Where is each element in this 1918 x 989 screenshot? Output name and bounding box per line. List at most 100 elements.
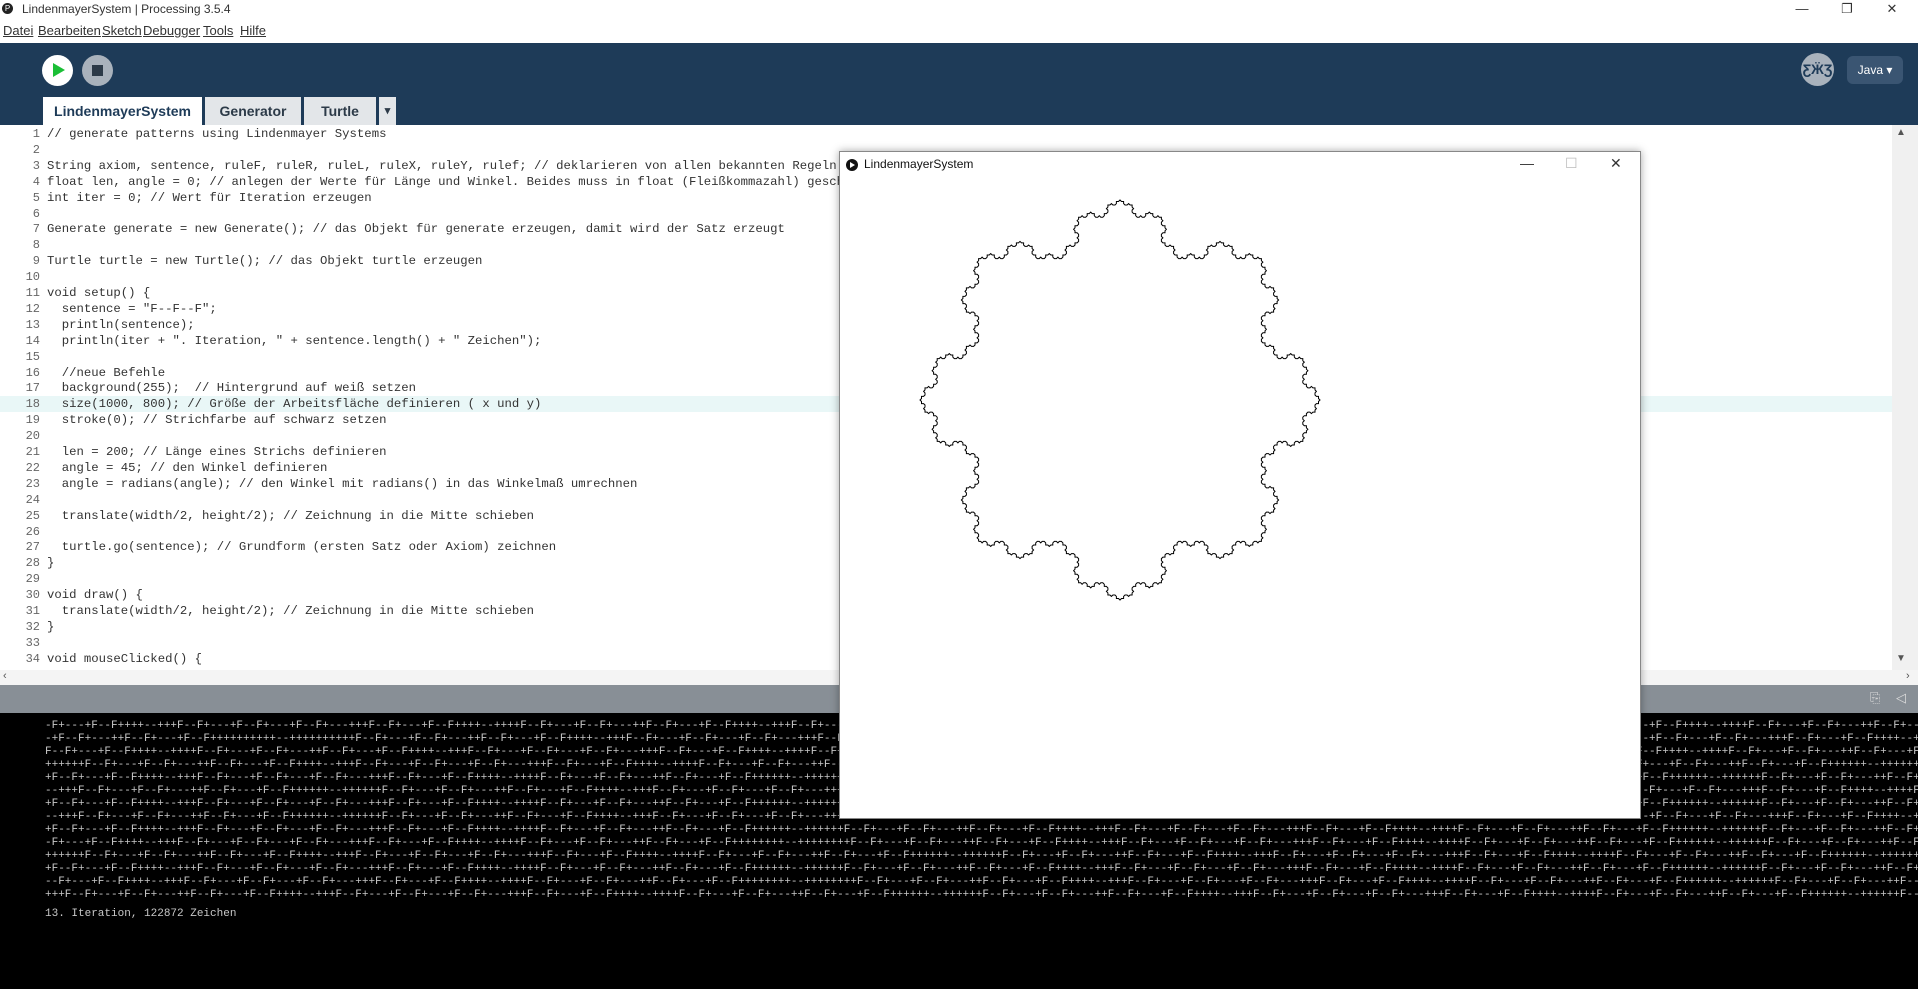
code-line[interactable]: background(255); // Hintergrund auf weiß… [47, 380, 416, 396]
window-title: LindenmayerSystem | Processing 3.5.4 [22, 2, 231, 16]
line-number: 24 [25, 492, 40, 507]
line-number: 7 [32, 222, 40, 237]
code-line[interactable]: } [47, 619, 54, 635]
menu-tools[interactable]: Tools [203, 23, 233, 38]
sketch-canvas[interactable] [840, 178, 1640, 818]
line-number: 19 [25, 413, 40, 428]
line-number: 26 [25, 524, 40, 539]
line-number: 23 [25, 476, 40, 491]
line-number: 32 [25, 619, 40, 634]
code-line[interactable]: turtle.go(sentence); // Grundform (erste… [47, 539, 556, 555]
lsystem-fractal-drawing [919, 199, 1321, 601]
line-number: 9 [32, 254, 40, 269]
line-number: 18 [25, 397, 40, 412]
scroll-left-icon[interactable]: ‹ [3, 670, 7, 682]
tab-generator[interactable]: Generator [205, 97, 301, 125]
minimize-button[interactable]: — [1782, 0, 1822, 19]
line-number: 11 [25, 286, 40, 300]
code-line[interactable]: size(1000, 800); // Größe der Arbeitsflä… [47, 396, 542, 412]
editor-vertical-scrollbar[interactable]: ▲ ▼ [1892, 125, 1918, 670]
scroll-right-icon[interactable]: › [1906, 670, 1910, 682]
scroll-up-icon[interactable]: ▲ [1896, 127, 1906, 138]
stop-button[interactable] [82, 55, 113, 86]
copy-console-icon[interactable]: ⎘ [1870, 690, 1880, 706]
code-line[interactable]: Generate generate = new Generate(); // d… [47, 221, 785, 237]
tab-turtle[interactable]: Turtle [304, 97, 376, 125]
tab-lindenmayersystem[interactable]: LindenmayerSystem [43, 97, 202, 125]
close-button[interactable]: ✕ [1872, 0, 1912, 19]
menu-bar: Datei Bearbeiten Sketch Debugger Tools H… [0, 19, 1918, 43]
line-number: 13 [25, 317, 40, 332]
sketch-titlebar: LindenmayerSystem — ☐ ✕ [840, 152, 1640, 178]
code-line[interactable]: println(iter + ". Iteration, " + sentenc… [47, 333, 542, 349]
processing-app-icon: P [2, 3, 13, 14]
mode-selector[interactable]: Java ▾ [1847, 56, 1903, 84]
collapse-console-icon[interactable]: ◁ [1896, 690, 1906, 706]
code-line[interactable]: stroke(0); // Strichfarbe auf schwarz se… [47, 412, 387, 428]
code-line[interactable]: } [47, 555, 54, 571]
line-number: 34 [25, 651, 40, 666]
line-number: 3 [32, 158, 40, 173]
run-button[interactable] [42, 55, 73, 86]
line-number: 8 [32, 238, 40, 253]
code-line[interactable]: Turtle turtle = new Turtle(); // das Obj… [47, 253, 482, 269]
code-line[interactable]: len = 200; // Länge eines Strichs defini… [47, 444, 387, 460]
line-number: 15 [25, 349, 40, 364]
code-line[interactable]: angle = radians(angle); // den Winkel mi… [47, 476, 638, 492]
code-line[interactable]: void mouseClicked() { [47, 651, 202, 667]
line-number: 27 [25, 540, 40, 555]
line-number: 28 [25, 556, 40, 571]
code-line[interactable]: sentence = "F--F--F"; [47, 301, 217, 317]
sketch-window: LindenmayerSystem — ☐ ✕ [839, 151, 1641, 819]
code-line[interactable]: void draw() { [47, 587, 143, 603]
line-number: 10 [25, 270, 40, 285]
code-line[interactable]: float len, angle = 0; // anlegen der Wer… [47, 174, 859, 190]
line-number: 12 [25, 301, 40, 316]
line-number: 4 [32, 174, 40, 189]
menu-sketch[interactable]: Sketch [102, 23, 142, 38]
butterfly-icon[interactable]: ƸӜƷ [1801, 53, 1834, 86]
window-titlebar: P LindenmayerSystem | Processing 3.5.4 —… [0, 0, 1918, 19]
line-number: 5 [32, 190, 40, 205]
line-number: 6 [32, 206, 40, 221]
line-number: 21 [25, 445, 40, 459]
toolbar: ƸӜƷ Java ▾ [0, 43, 1918, 100]
code-line[interactable]: println(sentence); [47, 317, 195, 333]
sketch-minimize-button[interactable]: — [1520, 155, 1534, 171]
code-line[interactable]: translate(width/2, height/2); // Zeichnu… [47, 603, 534, 619]
console-line: 13. Iteration, 122872 Zeichen [45, 908, 237, 920]
line-number: 33 [25, 635, 40, 650]
code-line[interactable]: String axiom, sentence, ruleF, ruleR, ru… [47, 158, 837, 174]
line-number: 17 [25, 381, 40, 396]
line-number: 25 [25, 508, 40, 523]
menu-bearbeiten[interactable]: Bearbeiten [38, 23, 101, 38]
stop-icon [92, 65, 103, 76]
maximize-button[interactable]: ❐ [1827, 0, 1867, 19]
scroll-down-icon[interactable]: ▼ [1896, 653, 1906, 664]
menu-hilfe[interactable]: Hilfe [240, 23, 266, 38]
tab-menu-button[interactable]: ▾ [379, 97, 396, 125]
line-number: 1 [32, 127, 40, 141]
processing-sketch-icon [846, 159, 858, 171]
sketch-close-button[interactable]: ✕ [1610, 155, 1622, 172]
menu-datei[interactable]: Datei [3, 23, 33, 38]
console-line: +++F--F+---+F--F+---++F--F+---+F--F++++-… [45, 889, 1918, 901]
line-number: 22 [25, 460, 40, 475]
code-line[interactable]: translate(width/2, height/2); // Zeichnu… [47, 508, 534, 524]
line-number: 31 [25, 604, 40, 618]
line-number: 29 [25, 572, 40, 587]
fractal-path [919, 199, 1321, 601]
code-line[interactable]: int iter = 0; // Wert für Iteration erze… [47, 190, 372, 206]
code-line[interactable]: // generate patterns using Lindenmayer S… [47, 126, 386, 142]
line-number: 30 [25, 588, 40, 603]
code-line[interactable]: void setup() { [47, 285, 150, 301]
line-number: 14 [25, 333, 40, 348]
code-line[interactable]: //neue Befehle [47, 365, 165, 381]
line-number: 2 [32, 142, 40, 157]
menu-debugger[interactable]: Debugger [143, 23, 200, 38]
line-number: 16 [25, 365, 40, 380]
play-icon [53, 63, 65, 77]
code-line[interactable]: angle = 45; // den Winkel definieren [47, 460, 328, 476]
line-number: 20 [25, 429, 40, 444]
sketch-maximize-button[interactable]: ☐ [1565, 155, 1578, 172]
